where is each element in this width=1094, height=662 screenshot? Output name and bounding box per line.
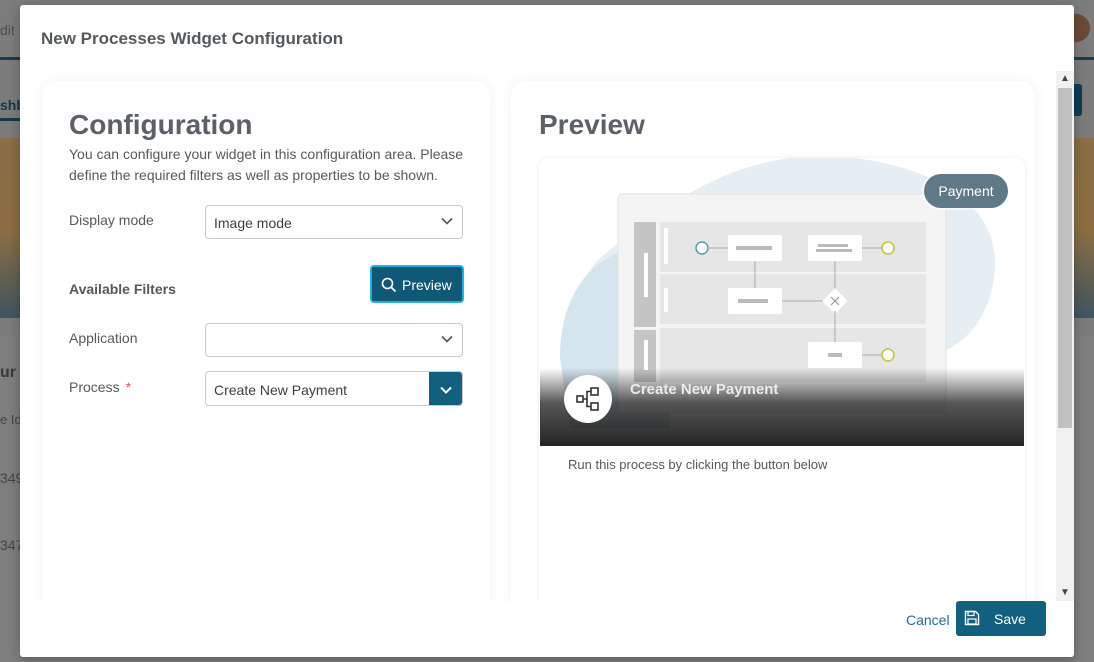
display-mode-select[interactable]: Image mode [205,205,463,239]
save-button[interactable]: Save [956,601,1046,636]
application-select[interactable] [205,323,463,357]
process-label-text: Process [69,379,120,395]
background-left-panel [0,335,20,662]
configuration-heading: Configuration [69,109,253,140]
scroll-down-arrow-icon[interactable]: ▼ [1059,587,1071,599]
process-title: Create New Payment [630,381,779,398]
process-image: Payment Create New Payment [540,158,1024,446]
scroll-up-arrow-icon[interactable]: ▲ [1059,73,1071,85]
modal-body: Configuration You can configure your wid… [20,71,1074,601]
widget-preview: Payment Create New Payment Run this proc… [539,158,1025,601]
process-select[interactable]: Create New Payment [205,371,463,406]
chevron-down-icon [440,386,452,394]
application-label: Application [69,330,138,346]
cancel-button[interactable]: Cancel [906,612,950,628]
available-filters-label: Available Filters [69,281,176,297]
search-icon [381,277,397,293]
background-tab-indicator [0,118,22,121]
save-button-label: Save [994,611,1026,627]
background-edit-link: dit [0,22,15,38]
configuration-card: Configuration You can configure your wid… [42,81,490,601]
preview-button[interactable]: Preview [370,265,464,303]
modal-scrollbar[interactable]: ▲ ▼ [1056,71,1074,601]
process-flow-icon [576,387,599,411]
chevron-down-icon [441,217,453,225]
background-column-header: e Id [0,412,22,427]
preview-card: Preview Payment Create New Payment Run t… [511,81,1035,601]
display-mode-label: Display mode [69,212,154,228]
required-marker: * [125,379,132,395]
floppy-disk-icon [964,610,980,626]
scrollbar-thumb[interactable] [1058,88,1072,428]
preview-button-label: Preview [402,277,452,293]
configuration-description: You can configure your widget in this co… [69,146,464,183]
process-dropdown-button[interactable] [429,372,462,405]
process-type-icon [564,375,612,423]
modal-title: New Processes Widget Configuration [41,29,344,48]
process-run-description: Run this process by clicking the button … [568,457,828,472]
category-badge: Payment [924,174,1008,208]
image-overlay [540,368,1024,446]
process-label: Process * [69,379,131,395]
widget-config-modal: New Processes Widget Configuration Confi… [20,5,1074,657]
display-mode-value: Image mode [214,215,292,231]
background-right-panel [1074,335,1094,662]
process-value: Create New Payment [214,382,348,398]
chevron-down-icon [441,335,453,343]
preview-heading: Preview [539,109,645,140]
